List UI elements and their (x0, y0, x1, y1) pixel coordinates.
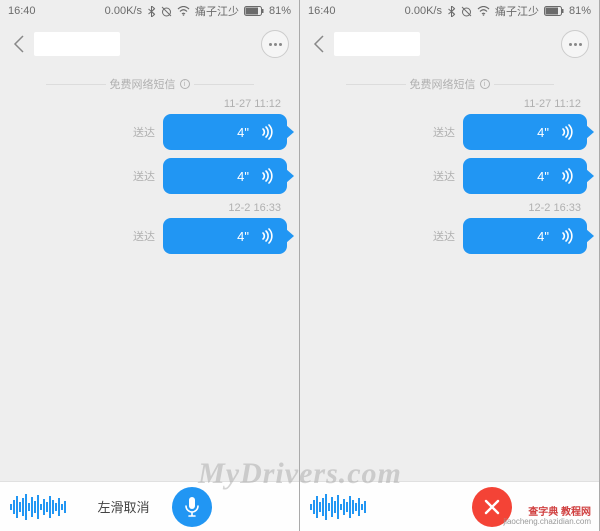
title-bar (300, 22, 599, 66)
message-row: 送达 4" (312, 114, 587, 150)
battery-icon (244, 6, 264, 16)
voice-duration: 4" (237, 125, 249, 140)
delivery-status: 送达 (433, 228, 455, 244)
waveform-icon (10, 493, 66, 521)
message-row: 送达 4" (12, 158, 287, 194)
timestamp: 11-27 11:12 (12, 98, 287, 110)
status-carrier: 痛子江少 (495, 3, 539, 19)
free-sms-banner: 免费网络短信 i (12, 76, 287, 92)
screen-left: 16:40 0.00K/s 痛子江少 81% (0, 0, 300, 531)
delivery-status: 送达 (433, 124, 455, 140)
microphone-button[interactable] (172, 487, 212, 527)
timestamp: 12-2 16:33 (312, 202, 587, 214)
wifi-icon (477, 6, 490, 16)
voice-wave-icon (259, 168, 275, 184)
message-area[interactable]: 免费网络短信 i 11-27 11:12 送达 4" 送达 4" 12-2 (300, 66, 599, 481)
message-area[interactable]: 免费网络短信 i 11-27 11:12 送达 4" 送达 4" 12-2 (0, 66, 299, 481)
status-bar: 16:40 0.00K/s 痛子江少 81% (0, 0, 299, 22)
message-row: 送达 4" (312, 158, 587, 194)
bluetooth-icon (447, 6, 456, 17)
delivery-status: 送达 (133, 124, 155, 140)
voice-input-bar-cancel: 查字典 教程网 jiaocheng.chazidian.com (300, 481, 599, 531)
voice-wave-icon (559, 124, 575, 140)
voice-duration: 4" (537, 229, 549, 244)
delivery-status: 送达 (133, 228, 155, 244)
more-button[interactable] (561, 30, 589, 58)
voice-duration: 4" (537, 125, 549, 140)
voice-input-bar-recording: 左滑取消 (0, 481, 299, 531)
voice-wave-icon (559, 168, 575, 184)
voice-wave-icon (259, 124, 275, 140)
free-sms-banner: 免费网络短信 i (312, 76, 587, 92)
banner-text: 免费网络短信 (110, 76, 176, 92)
alarm-off-icon (461, 6, 472, 17)
status-speed: 0.00K/s (405, 5, 442, 17)
voice-wave-icon (559, 228, 575, 244)
voice-duration: 4" (237, 229, 249, 244)
status-right-cluster: 0.00K/s 痛子江少 81% (105, 3, 291, 19)
wifi-icon (177, 6, 190, 16)
back-button[interactable] (8, 33, 30, 55)
status-carrier: 痛子江少 (195, 3, 239, 19)
swipe-cancel-hint: 左滑取消 (97, 497, 149, 516)
message-row: 送达 4" (12, 218, 287, 254)
status-right-cluster: 0.00K/s 痛子江少 81% (405, 3, 591, 19)
info-icon[interactable]: i (480, 79, 490, 89)
message-row: 送达 4" (312, 218, 587, 254)
voice-wave-icon (259, 228, 275, 244)
more-button[interactable] (261, 30, 289, 58)
contact-name-box (334, 32, 420, 56)
title-bar (0, 22, 299, 66)
info-icon[interactable]: i (180, 79, 190, 89)
status-time: 16:40 (8, 5, 36, 17)
delivery-status: 送达 (133, 168, 155, 184)
back-button[interactable] (308, 33, 330, 55)
screen-right: 16:40 0.00K/s 痛子江少 81% (300, 0, 600, 531)
voice-message-bubble[interactable]: 4" (463, 158, 587, 194)
status-speed: 0.00K/s (105, 5, 142, 17)
voice-message-bubble[interactable]: 4" (463, 114, 587, 150)
status-battery-pct: 81% (269, 5, 291, 17)
waveform-icon (310, 493, 366, 521)
voice-message-bubble[interactable]: 4" (163, 114, 287, 150)
alarm-off-icon (161, 6, 172, 17)
status-time: 16:40 (308, 5, 336, 17)
battery-icon (544, 6, 564, 16)
delivery-status: 送达 (433, 168, 455, 184)
bluetooth-icon (147, 6, 156, 17)
status-bar: 16:40 0.00K/s 痛子江少 81% (300, 0, 599, 22)
banner-text: 免费网络短信 (410, 76, 476, 92)
timestamp: 12-2 16:33 (12, 202, 287, 214)
voice-message-bubble[interactable]: 4" (463, 218, 587, 254)
voice-message-bubble[interactable]: 4" (163, 218, 287, 254)
message-row: 送达 4" (12, 114, 287, 150)
voice-duration: 4" (237, 169, 249, 184)
voice-message-bubble[interactable]: 4" (163, 158, 287, 194)
contact-name-box (34, 32, 120, 56)
timestamp: 11-27 11:12 (312, 98, 587, 110)
status-battery-pct: 81% (569, 5, 591, 17)
corner-watermark: 查字典 教程网 jiaocheng.chazidian.com (503, 507, 591, 527)
voice-duration: 4" (537, 169, 549, 184)
